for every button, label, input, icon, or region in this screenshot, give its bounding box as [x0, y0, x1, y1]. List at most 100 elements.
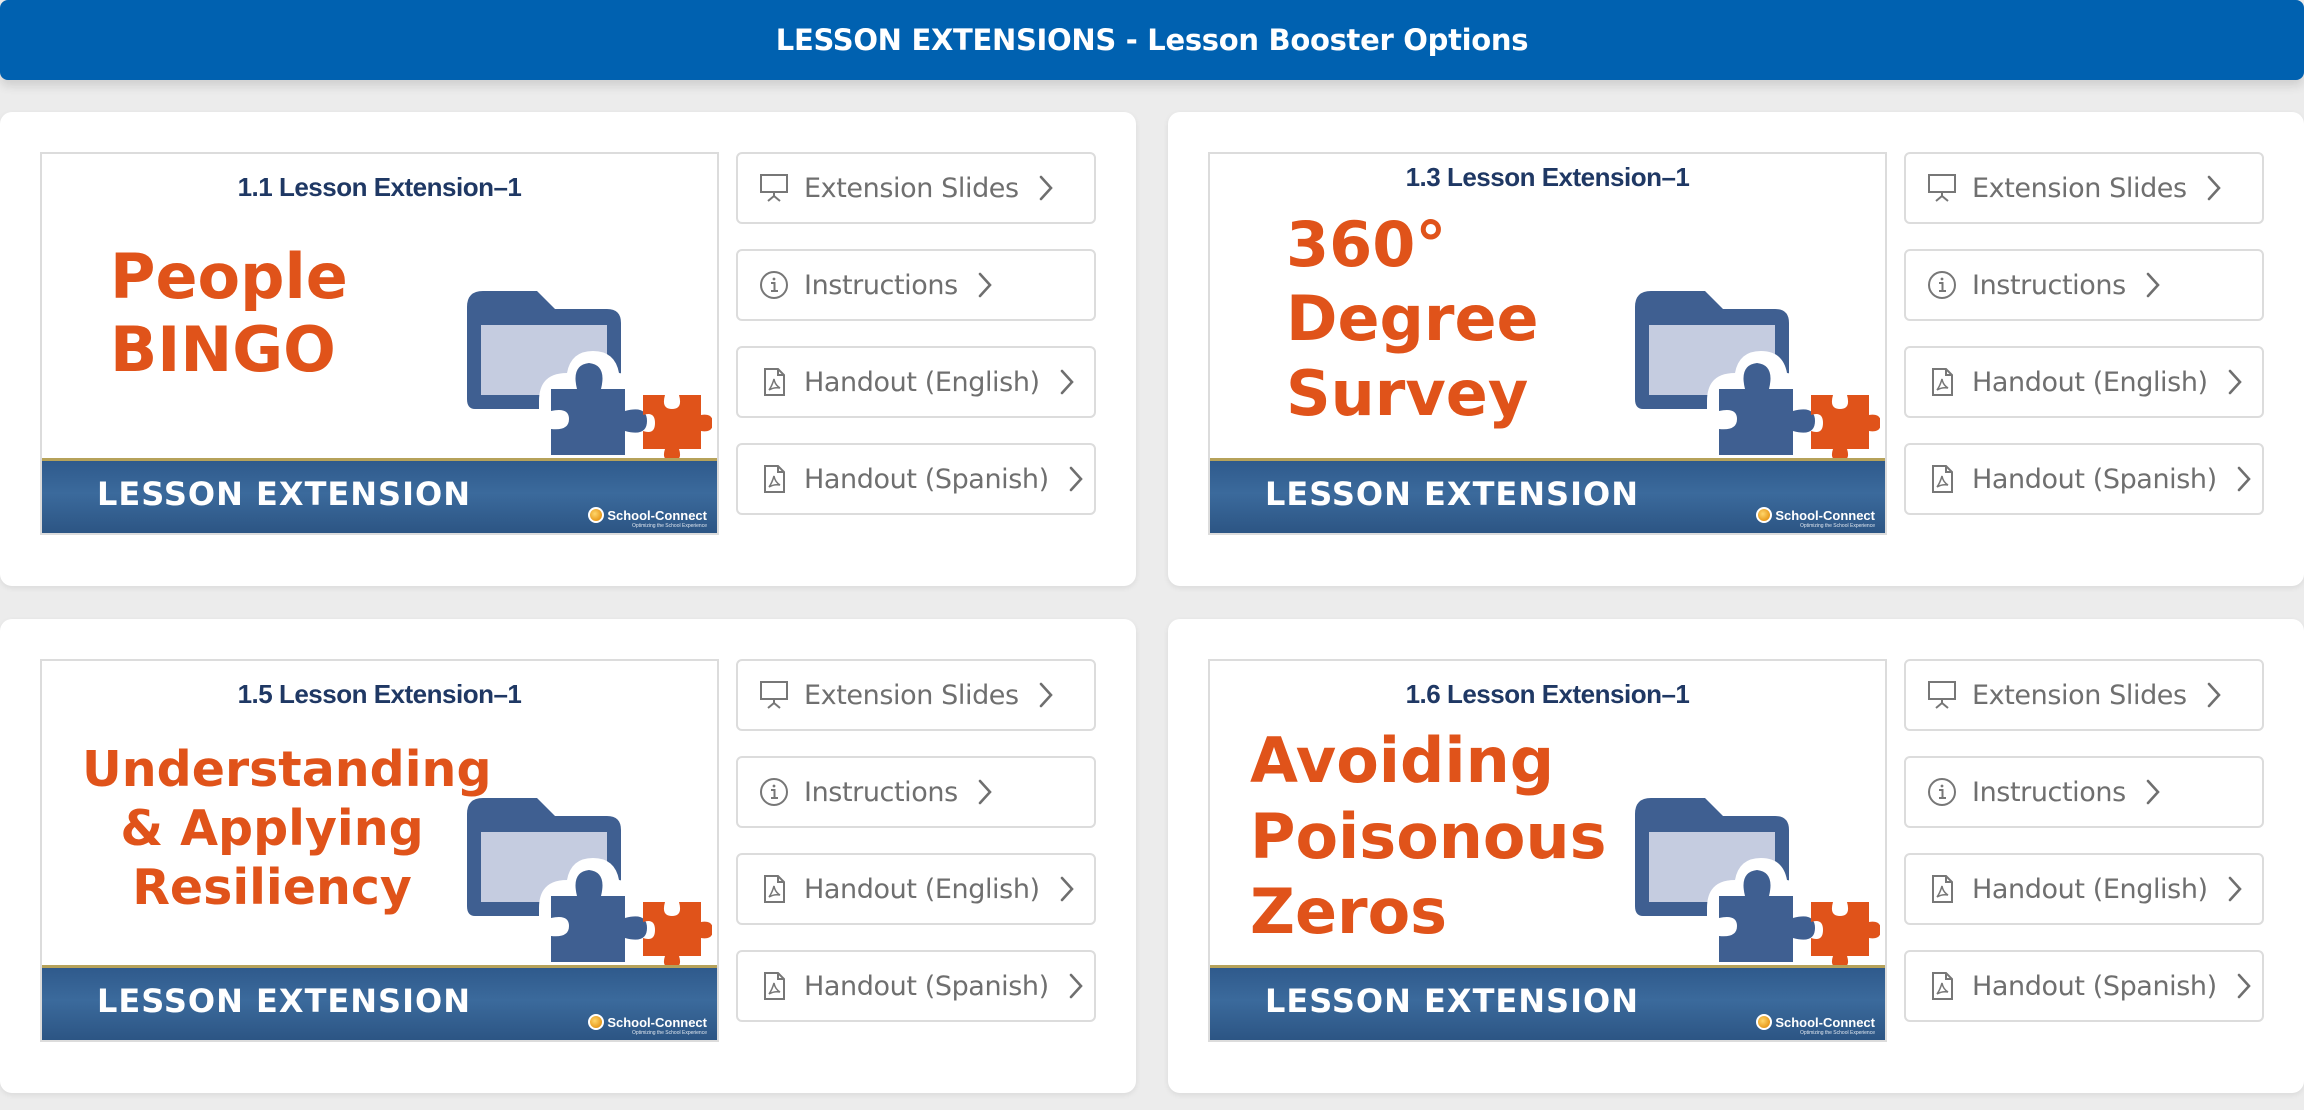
button-label: Handout (Spanish): [804, 463, 1049, 495]
thumbnail-title: Understanding & Applying Resiliency: [82, 741, 492, 916]
school-connect-logo: School-Connect Optimizing the School Exp…: [588, 1014, 707, 1036]
extension-slides-button[interactable]: Extension Slides: [736, 659, 1096, 731]
logo-mark-icon: [588, 507, 605, 523]
lesson-card: 1.3 Lesson Extension–1 360° Degree Surve…: [1168, 112, 2304, 586]
button-label: Instructions: [804, 269, 958, 301]
extension-slides-button[interactable]: Extension Slides: [1904, 152, 2264, 224]
thumbnail-heading: 1.5 Lesson Extension–1: [237, 679, 522, 709]
banner-text: LESSON EXTENSION: [97, 982, 471, 1020]
pdf-file-icon: [758, 970, 790, 1002]
pdf-file-icon: [1926, 463, 1958, 495]
logo-tagline: Optimizing the School Experience: [631, 523, 707, 529]
logo-text: School-Connect: [607, 507, 707, 523]
chevron-right-icon: [1039, 175, 1053, 201]
button-label: Extension Slides: [804, 679, 1019, 711]
lesson-card: 1.6 Lesson Extension–1 Avoiding Poisonou…: [1168, 619, 2304, 1093]
chevron-right-icon: [2207, 175, 2221, 201]
banner-text: LESSON EXTENSION: [1265, 982, 1639, 1020]
chevron-right-icon: [2146, 272, 2160, 298]
instructions-button[interactable]: Instructions: [736, 249, 1096, 321]
info-icon: [1926, 776, 1958, 808]
button-label: Instructions: [804, 776, 958, 808]
chevron-right-icon: [1039, 682, 1053, 708]
button-label: Handout (Spanish): [1972, 463, 2217, 495]
handout-english-button[interactable]: Handout (English): [1904, 346, 2264, 418]
chevron-right-icon: [2146, 779, 2160, 805]
thumbnail-title: People BINGO: [110, 240, 348, 387]
chevron-right-icon: [1069, 973, 1083, 999]
button-label: Extension Slides: [804, 172, 1019, 204]
chevron-right-icon: [1060, 876, 1074, 902]
thumbnail-heading: 1.3 Lesson Extension–1: [1405, 162, 1690, 192]
pdf-file-icon: [1926, 873, 1958, 905]
logo-text: School-Connect: [1775, 1014, 1875, 1030]
handout-english-button[interactable]: Handout (English): [736, 853, 1096, 925]
page-header: LESSON EXTENSIONS - Lesson Booster Optio…: [0, 0, 2304, 80]
chevron-right-icon: [2228, 369, 2242, 395]
button-label: Handout (English): [1972, 366, 2208, 398]
chevron-right-icon: [1060, 369, 1074, 395]
logo-tagline: Optimizing the School Experience: [631, 1030, 707, 1036]
chevron-right-icon: [978, 272, 992, 298]
button-label: Handout (English): [1972, 873, 2208, 905]
extension-slides-button[interactable]: Extension Slides: [736, 152, 1096, 224]
button-label: Instructions: [1972, 269, 2126, 301]
chevron-right-icon: [2228, 876, 2242, 902]
presentation-icon: [1926, 172, 1958, 204]
school-connect-logo: School-Connect Optimizing the School Exp…: [588, 507, 707, 529]
resource-buttons: Extension Slides Instructions Handout (Eng…: [736, 152, 1096, 540]
thumbnail-banner: LESSON EXTENSION School-Connect Optimizi…: [42, 965, 717, 1040]
thumbnail-heading: 1.6 Lesson Extension–1: [1405, 679, 1690, 709]
thumbnail-title: 360° Degree Survey: [1286, 208, 1539, 430]
button-label: Extension Slides: [1972, 172, 2187, 204]
handout-spanish-button[interactable]: Handout (Spanish): [736, 443, 1096, 515]
handout-spanish-button[interactable]: Handout (Spanish): [1904, 443, 2264, 515]
instructions-button[interactable]: Instructions: [1904, 756, 2264, 828]
thumbnail-heading: 1.1 Lesson Extension–1: [237, 172, 522, 202]
resource-buttons: Extension Slides Instructions Handout (Eng…: [1904, 152, 2264, 540]
lesson-thumbnail[interactable]: 1.6 Lesson Extension–1 Avoiding Poisonou…: [1208, 659, 1887, 1042]
banner-text: LESSON EXTENSION: [97, 475, 471, 513]
folder-puzzle-icon: [1635, 291, 1880, 459]
info-icon: [758, 269, 790, 301]
folder-puzzle-icon: [467, 291, 712, 459]
banner-text: LESSON EXTENSION: [1265, 475, 1639, 513]
button-label: Instructions: [1972, 776, 2126, 808]
logo-tagline: Optimizing the School Experience: [1799, 1030, 1875, 1036]
school-connect-logo: School-Connect Optimizing the School Exp…: [1756, 1014, 1875, 1036]
instructions-button[interactable]: Instructions: [1904, 249, 2264, 321]
info-icon: [758, 776, 790, 808]
logo-tagline: Optimizing the School Experience: [1799, 523, 1875, 529]
logo-mark-icon: [588, 1014, 605, 1030]
logo-text: School-Connect: [607, 1014, 707, 1030]
lesson-thumbnail[interactable]: 1.1 Lesson Extension–1 People BINGO LESS…: [40, 152, 719, 535]
lesson-thumbnail[interactable]: 1.3 Lesson Extension–1 360° Degree Surve…: [1208, 152, 1887, 535]
folder-puzzle-icon: [467, 798, 712, 966]
handout-spanish-button[interactable]: Handout (Spanish): [1904, 950, 2264, 1022]
resource-buttons: Extension Slides Instructions Handout (Eng…: [1904, 659, 2264, 1047]
button-label: Handout (Spanish): [804, 970, 1049, 1002]
presentation-icon: [1926, 679, 1958, 711]
chevron-right-icon: [2237, 973, 2251, 999]
lesson-card: 1.1 Lesson Extension–1 People BINGO LESS…: [0, 112, 1136, 586]
handout-english-button[interactable]: Handout (English): [1904, 853, 2264, 925]
extension-slides-button[interactable]: Extension Slides: [1904, 659, 2264, 731]
handout-spanish-button[interactable]: Handout (Spanish): [736, 950, 1096, 1022]
button-label: Handout (Spanish): [1972, 970, 2217, 1002]
school-connect-logo: School-Connect Optimizing the School Exp…: [1756, 507, 1875, 529]
handout-english-button[interactable]: Handout (English): [736, 346, 1096, 418]
info-icon: [1926, 269, 1958, 301]
resource-buttons: Extension Slides Instructions Handout (Eng…: [736, 659, 1096, 1047]
pdf-file-icon: [758, 873, 790, 905]
presentation-icon: [758, 172, 790, 204]
button-label: Handout (English): [804, 366, 1040, 398]
button-label: Extension Slides: [1972, 679, 2187, 711]
chevron-right-icon: [978, 779, 992, 805]
lesson-thumbnail[interactable]: 1.5 Lesson Extension–1 Understanding & A…: [40, 659, 719, 1042]
instructions-button[interactable]: Instructions: [736, 756, 1096, 828]
thumbnail-banner: LESSON EXTENSION School-Connect Optimizi…: [1210, 965, 1885, 1040]
thumbnail-banner: LESSON EXTENSION School-Connect Optimizi…: [42, 458, 717, 533]
chevron-right-icon: [2237, 466, 2251, 492]
folder-puzzle-icon: [1635, 798, 1880, 966]
pdf-file-icon: [758, 463, 790, 495]
